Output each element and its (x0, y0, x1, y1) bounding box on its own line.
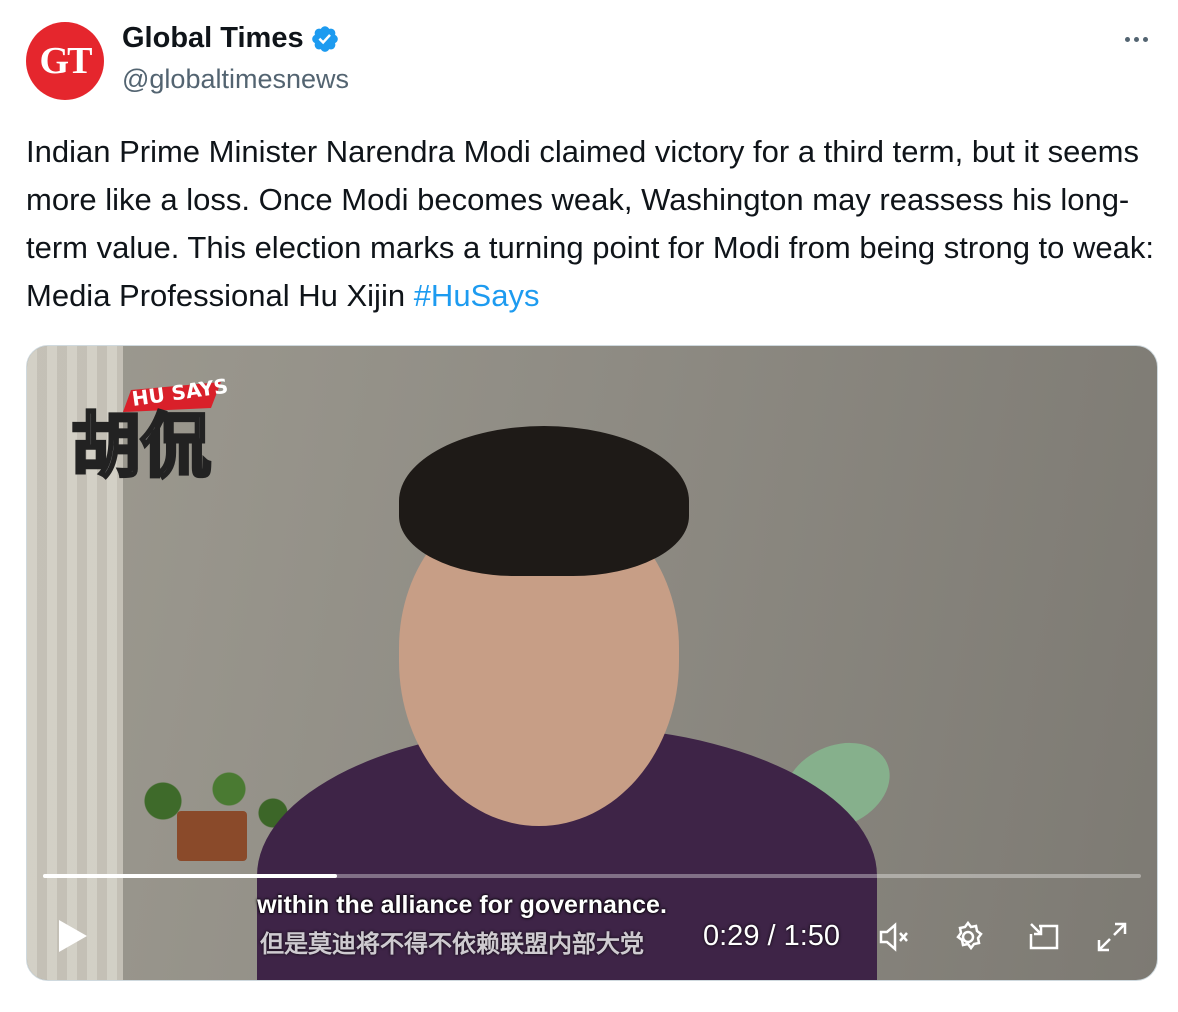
video-time: 0:29 / 1:50 (703, 920, 841, 952)
play-icon[interactable] (55, 918, 89, 954)
verified-badge-icon[interactable] (310, 24, 340, 54)
author-name-row: Global Times (122, 22, 340, 55)
more-dot (1133, 36, 1139, 42)
author-handle[interactable]: @globaltimesnews (122, 64, 349, 95)
tweet-text: Indian Prime Minister Narendra Modi clai… (26, 128, 1156, 320)
svg-text:胡侃: 胡侃 (71, 405, 211, 487)
picture-in-picture-icon[interactable] (1025, 918, 1063, 956)
more-dot (1142, 36, 1148, 42)
tweet-header: GT Global Times @globaltimesnews (26, 18, 1156, 102)
speaker-hair (399, 426, 689, 576)
more-options-icon[interactable] (1116, 24, 1156, 54)
hashtag-link[interactable]: #HuSays (414, 278, 540, 313)
settings-gear-icon[interactable] (949, 918, 987, 956)
video-player[interactable]: 胡侃 HU SAYS within the alliance for gover… (26, 345, 1158, 981)
avatar-text: GT (39, 40, 93, 82)
video-controls: 0:29 / 1:50 (27, 912, 1157, 962)
muted-speaker-icon[interactable] (875, 918, 913, 956)
video-progress-fill (43, 874, 338, 878)
tweet-body: Indian Prime Minister Narendra Modi clai… (26, 134, 1155, 313)
author-avatar[interactable]: GT (26, 22, 104, 100)
more-dot (1124, 36, 1130, 42)
author-display-name[interactable]: Global Times (122, 22, 304, 55)
plant-pot (177, 811, 247, 861)
husays-logo: 胡侃 HU SAYS (70, 374, 230, 489)
fullscreen-icon[interactable] (1093, 918, 1131, 956)
video-progress-bar[interactable] (43, 874, 1141, 878)
